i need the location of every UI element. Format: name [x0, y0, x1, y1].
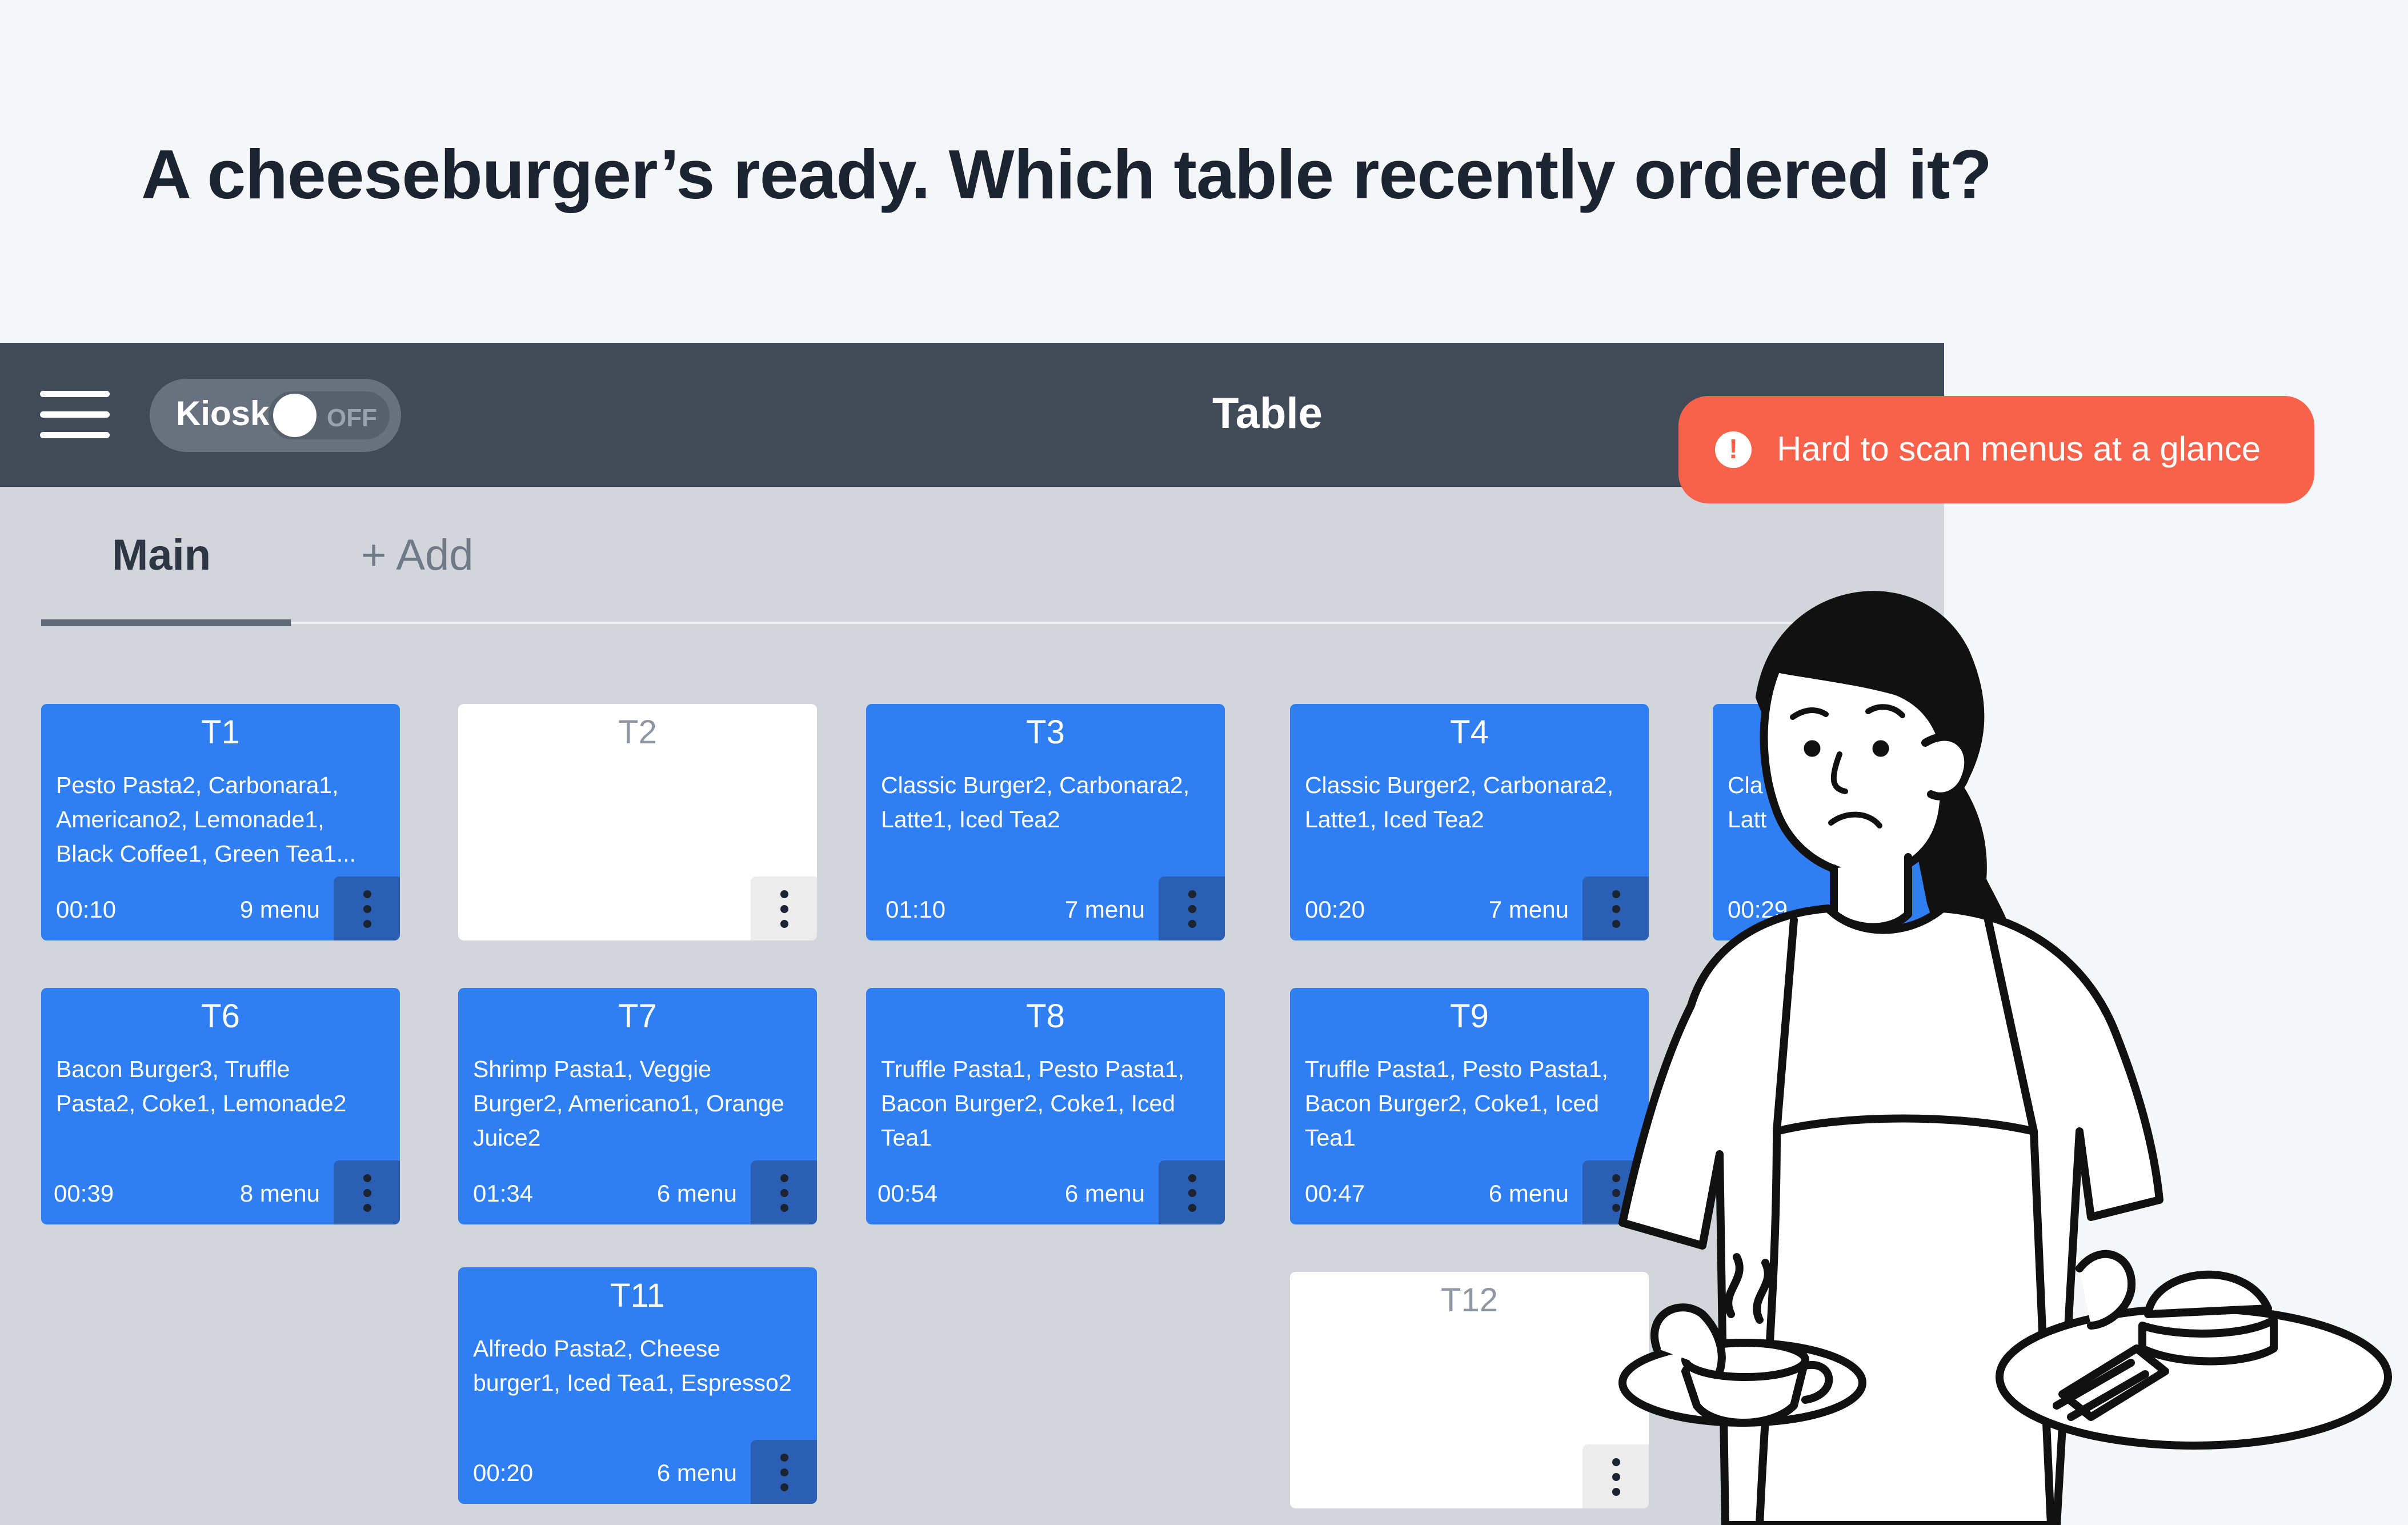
page-title: Table	[1212, 389, 1323, 438]
table-card-t1[interactable]: T1 Pesto Pasta2, Carbonara1, Americano2,…	[41, 704, 400, 940]
table-order-items: Pesto Pasta2, Carbonara1, Americano2, Le…	[56, 772, 356, 867]
table-elapsed-time: 01:34	[473, 1180, 534, 1207]
table-card-t6[interactable]: T6 Bacon Burger3, Truffle Pasta2, Coke1,…	[41, 988, 400, 1224]
more-options-button[interactable]	[1159, 1160, 1225, 1224]
table-order-items: Shrimp Pasta1, Veggie Burger2, Americano…	[473, 1056, 784, 1151]
table-elapsed-time: 00:47	[1305, 1180, 1365, 1207]
table-card-t11[interactable]: T11 Alfredo Pasta2, Cheese burger1, Iced…	[458, 1267, 817, 1504]
kebab-menu-icon	[1188, 1174, 1196, 1212]
kiosk-label: Kiosk	[176, 394, 270, 433]
top-bar: Kiosk OFF Table	[0, 343, 1944, 487]
table-menu-count: 6 menu	[656, 1459, 737, 1486]
table-order-items: Alfredo Pasta2, Cheese burger1, Iced Tea…	[473, 1335, 792, 1396]
table-name: T1	[201, 714, 240, 751]
tab-main[interactable]: Main	[41, 487, 291, 626]
more-options-button[interactable]	[751, 1440, 817, 1504]
table-elapsed-time: 00:54	[878, 1180, 938, 1207]
table-order-items: Classic Burger2, Carbonara2, Latte1, Ice…	[1305, 772, 1614, 832]
table-menu-count: 6 menu	[1064, 1180, 1145, 1207]
kebab-menu-icon	[1188, 890, 1196, 928]
kebab-menu-icon	[780, 1174, 788, 1212]
table-elapsed-time: 00:20	[473, 1459, 534, 1486]
table-elapsed-time: 00:10	[56, 896, 117, 923]
headline: A cheeseburger’s ready. Which table rece…	[141, 135, 1992, 213]
tab-main-label: Main	[112, 531, 211, 579]
kebab-menu-icon	[780, 1454, 788, 1491]
more-options-button[interactable]	[1159, 876, 1225, 940]
table-name: T6	[201, 998, 240, 1035]
table-order-items: Truffle Pasta1, Pesto Pasta1, Bacon Burg…	[1305, 1056, 1609, 1151]
table-menu-count: 7 menu	[1064, 896, 1145, 923]
table-elapsed-time: 01:10	[886, 896, 946, 923]
table-name: T7	[618, 998, 657, 1035]
table-card-t3[interactable]: T3 Classic Burger2, Carbonara2, Latte1, …	[866, 704, 1225, 940]
table-menu-count: 8 menu	[239, 1180, 320, 1207]
kiosk-switch[interactable]: OFF	[269, 391, 390, 439]
kebab-menu-icon	[363, 890, 371, 928]
table-card-t7[interactable]: T7 Shrimp Pasta1, Veggie Burger2, Americ…	[458, 988, 817, 1224]
table-name: T3	[1026, 714, 1065, 751]
switch-state: OFF	[327, 404, 377, 432]
table-elapsed-time: 00:39	[54, 1180, 114, 1207]
table-menu-count: 9 menu	[239, 896, 320, 923]
problem-callout: ! Hard to scan menus at a glance	[1678, 396, 2314, 503]
table-name: T8	[1026, 998, 1065, 1035]
more-options-button[interactable]	[334, 876, 400, 940]
table-order-items: Classic Burger2, Carbonara2, Latte1, Ice…	[881, 772, 1190, 832]
table-name: T11	[610, 1277, 665, 1314]
table-order-items: Bacon Burger3, Truffle Pasta2, Coke1, Le…	[56, 1056, 347, 1116]
table-card-t8[interactable]: T8 Truffle Pasta1, Pesto Pasta1, Bacon B…	[866, 988, 1225, 1224]
table-elapsed-time: 00:20	[1305, 896, 1365, 923]
kebab-menu-icon	[780, 890, 788, 928]
confused-waitress-illustration	[1618, 591, 2392, 1525]
more-options-button[interactable]	[334, 1160, 400, 1224]
table-menu-count: 7 menu	[1488, 896, 1569, 923]
table-card-t2[interactable]: T2	[458, 704, 817, 940]
add-tab-button[interactable]: + Add	[361, 530, 474, 580]
table-name: T2	[618, 714, 657, 751]
kebab-menu-icon	[363, 1174, 371, 1212]
table-menu-count: 6 menu	[656, 1180, 737, 1207]
switch-knob	[273, 394, 316, 437]
hamburger-icon[interactable]	[40, 389, 110, 440]
table-menu-count: 6 menu	[1488, 1180, 1569, 1207]
table-order-items: Truffle Pasta1, Pesto Pasta1, Bacon Burg…	[881, 1056, 1185, 1151]
more-options-button[interactable]	[751, 876, 817, 940]
more-options-button[interactable]	[751, 1160, 817, 1224]
alert-icon: !	[1715, 431, 1752, 468]
active-tab-indicator	[41, 619, 291, 626]
callout-text: Hard to scan menus at a glance	[1777, 430, 2261, 468]
kiosk-toggle[interactable]: Kiosk OFF	[150, 379, 401, 452]
